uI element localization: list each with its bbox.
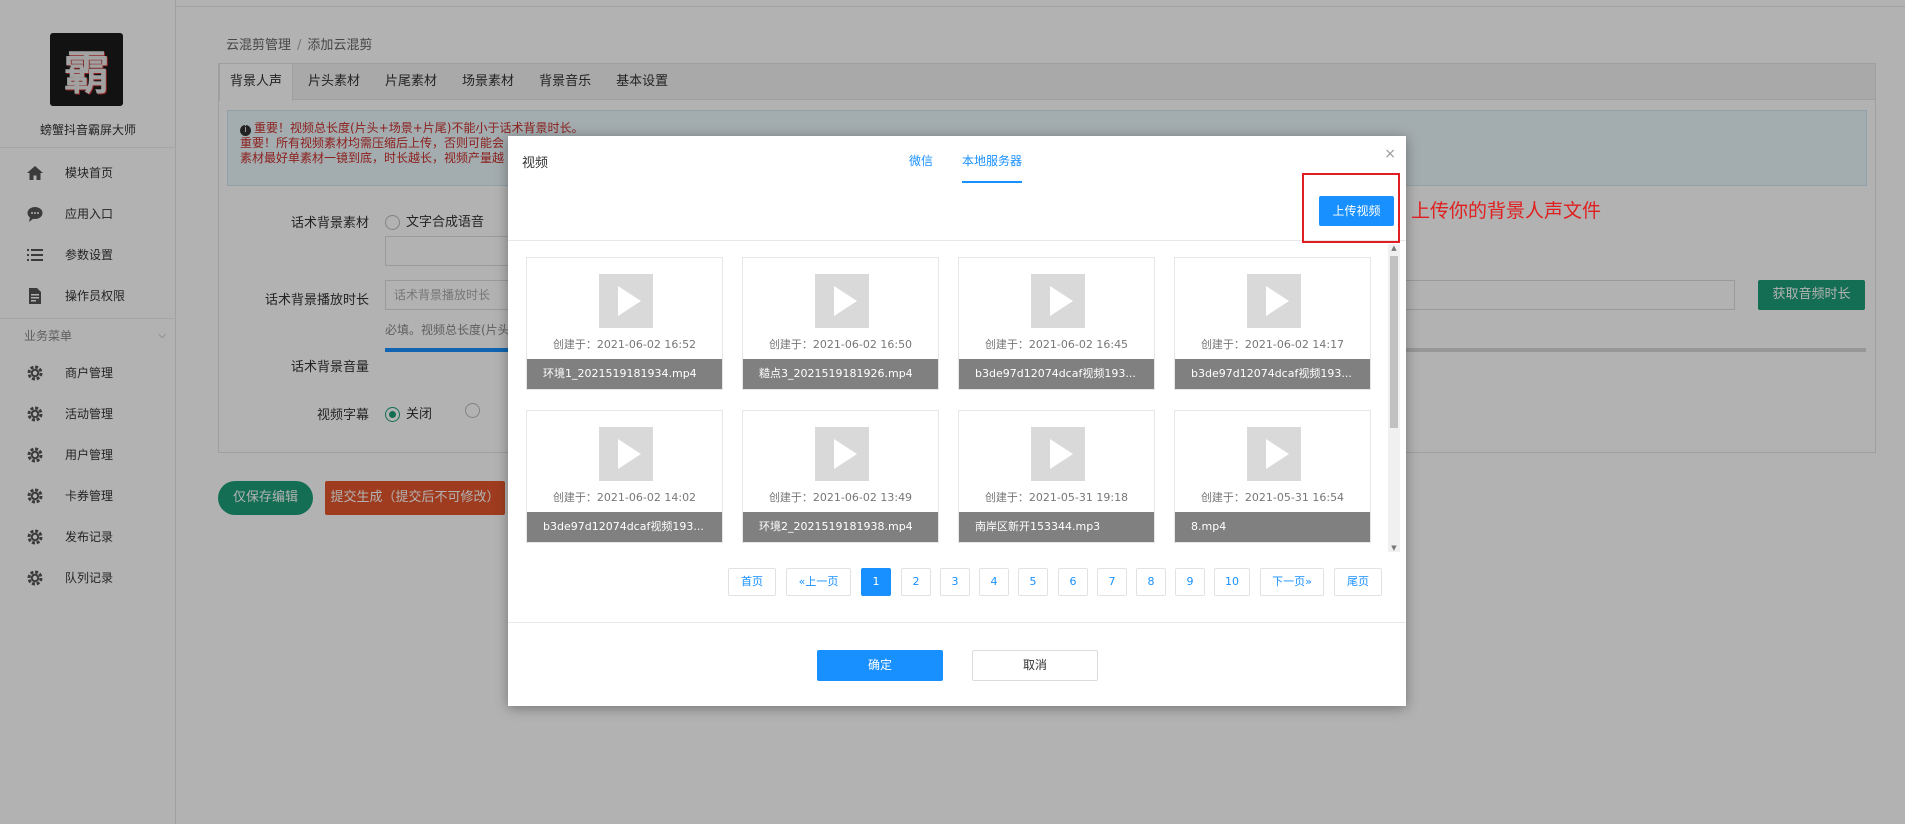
- file-name: b3de97d12074dcaf视频193...: [527, 512, 722, 542]
- file-card[interactable]: 创建于：2021-06-02 14:02 b3de97d12074dcaf视频19…: [526, 410, 723, 543]
- page-first[interactable]: 首页: [728, 568, 776, 596]
- play-icon: [815, 427, 869, 481]
- file-created-date: 创建于：2021-06-02 16:52: [552, 338, 697, 351]
- file-card[interactable]: 创建于：2021-06-02 16:50 糙点3_2021519181926.mp…: [742, 257, 939, 390]
- modal-footer-divider: [508, 622, 1406, 623]
- scroll-up-icon[interactable]: ▲: [1388, 244, 1400, 252]
- file-card[interactable]: 创建于：2021-06-02 16:52 环境1_2021519181934.mp…: [526, 257, 723, 390]
- page-4[interactable]: 4: [979, 568, 1009, 596]
- play-icon: [599, 274, 653, 328]
- file-card[interactable]: 创建于：2021-05-31 16:54 8.mp4: [1174, 410, 1371, 543]
- file-created-date: 创建于：2021-06-02 14:17: [1200, 338, 1345, 351]
- file-created-date: 创建于：2021-05-31 16:54: [1200, 491, 1345, 504]
- page-5[interactable]: 5: [1018, 568, 1048, 596]
- cancel-button[interactable]: 取消: [972, 650, 1098, 681]
- file-name: 环境2_2021519181938.mp4: [743, 512, 938, 542]
- page-prev[interactable]: «上一页: [786, 568, 851, 596]
- page-10[interactable]: 10: [1214, 568, 1250, 596]
- modal-header-divider: [508, 240, 1406, 241]
- scrollbar-thumb[interactable]: [1390, 256, 1398, 428]
- play-icon: [815, 274, 869, 328]
- file-card[interactable]: 创建于：2021-05-31 19:18 南岸区新开153344.mp3: [958, 410, 1155, 543]
- file-created-date: 创建于：2021-06-02 16:45: [984, 338, 1129, 351]
- annotation-highlight-box: [1302, 173, 1400, 243]
- page-9[interactable]: 9: [1175, 568, 1205, 596]
- tab-local-server[interactable]: 本地服务器: [962, 152, 1023, 183]
- play-icon: [1031, 274, 1085, 328]
- file-card[interactable]: 创建于：2021-06-02 13:49 环境2_2021519181938.mp…: [742, 410, 939, 543]
- file-name: 南岸区新开153344.mp3: [959, 512, 1154, 542]
- file-created-date: 创建于：2021-06-02 14:02: [552, 491, 697, 504]
- play-icon: [599, 427, 653, 481]
- file-name: b3de97d12074dcaf视频193...: [959, 359, 1154, 389]
- page-6[interactable]: 6: [1058, 568, 1088, 596]
- page-3[interactable]: 3: [940, 568, 970, 596]
- close-icon[interactable]: ×: [1384, 146, 1396, 162]
- page-next[interactable]: 下一页»: [1260, 568, 1324, 596]
- page-7[interactable]: 7: [1097, 568, 1127, 596]
- file-name: b3de97d12074dcaf视频193...: [1175, 359, 1370, 389]
- tab-wechat[interactable]: 微信: [909, 152, 933, 169]
- confirm-button[interactable]: 确定: [817, 650, 943, 681]
- page-last[interactable]: 尾页: [1334, 568, 1382, 596]
- file-created-date: 创建于：2021-06-02 16:50: [768, 338, 913, 351]
- file-card[interactable]: 创建于：2021-06-02 16:45 b3de97d12074dcaf视频19…: [958, 257, 1155, 390]
- file-name: 8.mp4: [1175, 512, 1370, 542]
- page-1[interactable]: 1: [861, 568, 891, 596]
- pagination: 首页 «上一页 1 2 3 4 5 6 7 8 9 10 下一页» 尾页: [508, 568, 1406, 596]
- file-name: 环境1_2021519181934.mp4: [527, 359, 722, 389]
- scroll-down-icon[interactable]: ▼: [1388, 544, 1400, 552]
- file-created-date: 创建于：2021-05-31 19:18: [984, 491, 1129, 504]
- file-name: 糙点3_2021519181926.mp4: [743, 359, 938, 389]
- modal-title: 视频: [522, 156, 549, 171]
- play-icon: [1247, 427, 1301, 481]
- page-2[interactable]: 2: [901, 568, 931, 596]
- play-icon: [1031, 427, 1085, 481]
- annotation-text: 上传你的背景人声文件: [1411, 200, 1602, 222]
- play-icon: [1247, 274, 1301, 328]
- file-card[interactable]: 创建于：2021-06-02 14:17 b3de97d12074dcaf视频19…: [1174, 257, 1371, 390]
- page-8[interactable]: 8: [1136, 568, 1166, 596]
- file-grid-scrollbar[interactable]: ▲ ▼: [1388, 244, 1400, 552]
- video-picker-modal: 视频 微信 本地服务器 × 上传视频 创建于：2021-06-02 16:52 环…: [508, 136, 1406, 706]
- file-created-date: 创建于：2021-06-02 13:49: [768, 491, 913, 504]
